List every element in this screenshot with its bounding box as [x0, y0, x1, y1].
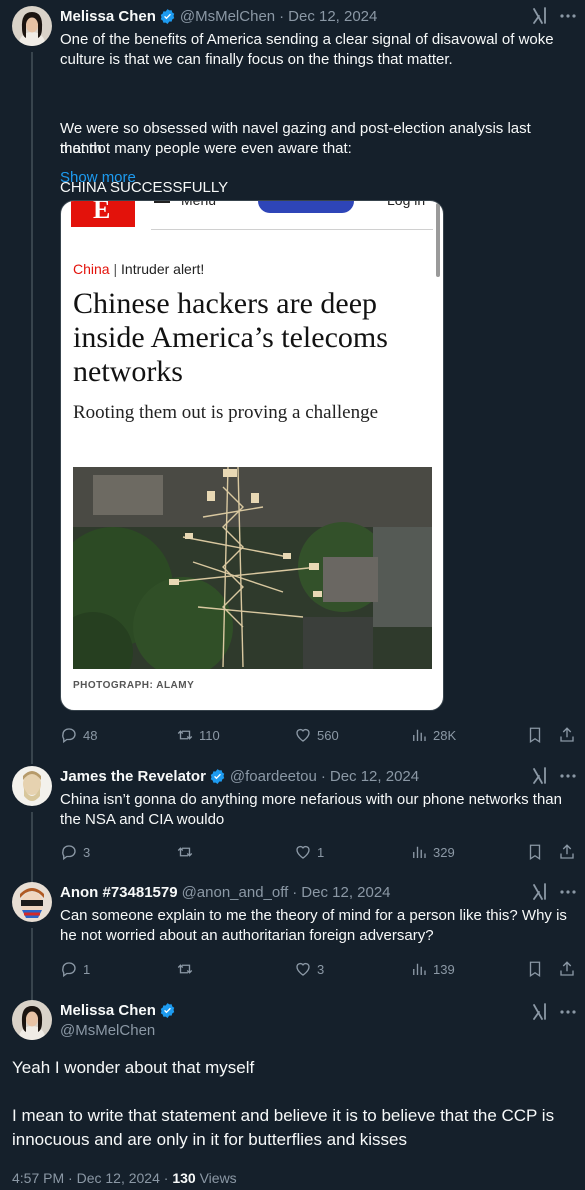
card-divider [151, 229, 433, 230]
more-options-icon[interactable] [558, 6, 578, 26]
repost-button[interactable] [176, 842, 199, 862]
author-handle[interactable]: @anon_and_off [182, 884, 289, 901]
grok-icon[interactable] [531, 882, 551, 902]
reply-button[interactable]: 1 [60, 959, 90, 979]
bookmark-icon[interactable] [526, 842, 544, 862]
card-menu-label: Menu [181, 200, 217, 208]
reply-icon [62, 962, 76, 978]
tweet-actions: 3 1 329 [60, 842, 580, 862]
tweet-actions: 48 110 560 28K [60, 725, 580, 745]
article-kicker: China | Intruder alert! [73, 261, 205, 277]
tweet-date[interactable]: Dec 12, 2024 [301, 884, 390, 901]
verified-badge-icon [210, 768, 225, 784]
article-subheadline: Rooting them out is proving a challenge [73, 402, 379, 423]
card-login-label: Log in [387, 200, 426, 208]
tweet-date[interactable]: Dec 12, 2024 [330, 768, 419, 785]
repost-icon [177, 847, 193, 857]
views-button[interactable]: 28K [410, 725, 456, 745]
more-options-icon[interactable] [558, 1002, 578, 1022]
author-name[interactable]: Melissa Chen [60, 1002, 156, 1019]
grok-icon[interactable] [531, 1002, 551, 1022]
author-handle[interactable]: @foardeetou [230, 768, 317, 785]
reply-icon [62, 728, 76, 744]
heart-icon [296, 962, 310, 976]
show-more-link[interactable]: Show more [60, 168, 136, 188]
verified-badge-icon [160, 1003, 175, 1018]
tweet-text: Can someone explain to me the theory of … [60, 907, 567, 944]
author-name-row: Melissa Chen [60, 1002, 180, 1019]
author-name[interactable]: Melissa Chen [60, 8, 156, 25]
avatar[interactable] [12, 882, 52, 922]
like-button[interactable]: 1 [294, 842, 324, 862]
tweet-date[interactable]: Dec 12, 2024 [288, 8, 377, 25]
card-scrollbar [436, 203, 440, 277]
photo-credit: PHOTOGRAPH: ALAMY [73, 680, 195, 691]
tweet-text-line: I mean to write that statement and belie… [12, 1106, 555, 1125]
repost-button[interactable] [176, 959, 199, 979]
tweet-header: Anon #73481579 @anon_and_off · Dec 12, 2… [60, 883, 391, 901]
views-label: Views [199, 1170, 237, 1186]
article-screenshot-card[interactable]: E Menu Log in China | Intruder alert! Ch… [60, 200, 444, 711]
author-name[interactable]: James the Revelator [60, 768, 206, 785]
author-name[interactable]: Anon #73481579 [60, 884, 178, 901]
tweet-original[interactable]: Melissa Chen @MsMelChen · Dec 12, 2024 O… [0, 0, 585, 760]
author-handle[interactable]: @MsMelChen [180, 8, 275, 25]
analytics-icon [413, 846, 426, 858]
card-subscribe-pill [258, 201, 354, 213]
tweet-meta: 4:57 PM · Dec 12, 2024 · 130 Views [12, 1170, 237, 1186]
reply-tweet[interactable]: Anon #73481579 @anon_and_off · Dec 12, 2… [0, 876, 585, 991]
reply-button[interactable]: 48 [60, 725, 97, 745]
grok-icon[interactable] [531, 6, 551, 26]
telecom-tower-photo [73, 467, 432, 669]
share-icon[interactable] [558, 842, 576, 862]
reply-button[interactable]: 3 [60, 842, 90, 862]
avatar[interactable] [12, 6, 52, 46]
analytics-icon [413, 963, 426, 975]
view-count: 130 [172, 1170, 196, 1186]
bookmark-icon[interactable] [526, 725, 544, 745]
tweet-text-line: innocuous and are only in it for butterf… [12, 1130, 408, 1149]
share-icon[interactable] [558, 725, 576, 745]
avatar[interactable] [12, 766, 52, 806]
economist-logo: E [71, 201, 135, 227]
repost-button[interactable]: 110 [176, 725, 220, 745]
reply-tweet[interactable]: James the Revelator @foardeetou · Dec 12… [0, 760, 585, 875]
heart-icon [296, 845, 310, 859]
more-options-icon[interactable] [558, 882, 578, 902]
tweet-actions: 1 3 139 [60, 959, 580, 979]
repost-icon [177, 730, 193, 740]
like-button[interactable]: 3 [294, 959, 324, 979]
reply-icon [62, 845, 76, 861]
tweet-header: James the Revelator @foardeetou · Dec 12… [60, 767, 420, 785]
menu-icon [154, 201, 170, 203]
article-headline: Chinese hackers are deep inside America’… [73, 287, 388, 388]
views-button[interactable]: 329 [410, 842, 455, 862]
heart-icon [296, 728, 310, 742]
more-options-icon[interactable] [558, 766, 578, 786]
share-icon[interactable] [558, 959, 576, 979]
avatar[interactable] [12, 1000, 52, 1040]
tweet-header: Melissa Chen @MsMelChen · Dec 12, 2024 [60, 7, 378, 25]
bookmark-icon[interactable] [526, 959, 544, 979]
tweet-text: One of the benefits of America sending a… [60, 31, 554, 196]
repost-icon [177, 964, 193, 974]
like-button[interactable]: 560 [294, 725, 339, 745]
tweet-text: Yeah I wonder about that myself [12, 1058, 255, 1077]
verified-badge-icon [160, 8, 175, 24]
tweet-text: China isn’t gonna do anything more nefar… [60, 791, 562, 828]
views-button[interactable]: 139 [410, 959, 455, 979]
author-handle[interactable]: @MsMelChen [60, 1022, 155, 1039]
grok-icon[interactable] [531, 766, 551, 786]
tweet-date[interactable]: Dec 12, 2024 [77, 1170, 160, 1186]
analytics-icon [413, 729, 426, 741]
tweet-time[interactable]: 4:57 PM [12, 1170, 64, 1186]
